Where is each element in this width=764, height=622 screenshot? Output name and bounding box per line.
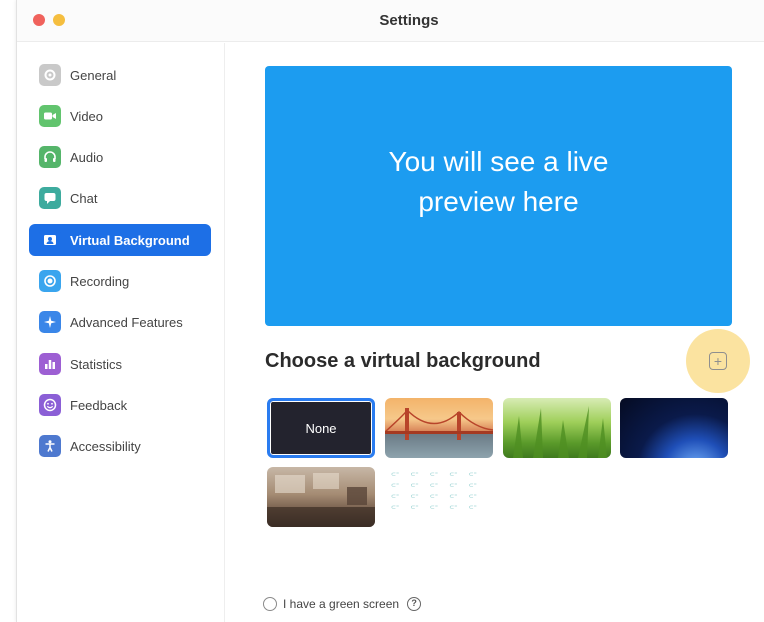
sidebar-item-recording[interactable]: Recording — [29, 265, 211, 297]
sidebar-item-label: Chat — [70, 190, 98, 206]
smile-icon — [39, 394, 61, 416]
sparkle-icon — [39, 311, 61, 333]
background-thumb-grass[interactable] — [503, 398, 611, 458]
sidebar-item-accessibility[interactable]: Accessibility — [29, 430, 211, 462]
settings-sidebar: General Video Audio Chat Virtual Backgro — [17, 43, 225, 622]
settings-window: Settings General Video Audio Chat Virtua… — [16, 0, 764, 622]
add-background-highlight: + — [686, 329, 750, 393]
pattern-mark: ⊂⁼ — [449, 505, 458, 511]
green-screen-option: I have a green screen ? — [263, 597, 422, 611]
sidebar-item-advanced-features[interactable]: Advanced Features — [29, 306, 211, 338]
pattern-mark: ⊂⁼ — [391, 505, 400, 511]
person-card-icon — [39, 229, 61, 251]
sidebar-item-label: Audio — [70, 149, 104, 165]
pattern-mark: ⊂⁼ — [468, 494, 477, 500]
pattern-mark: ⊂⁼ — [391, 494, 400, 500]
pattern-mark: ⊂⁼ — [410, 505, 419, 511]
sidebar-item-chat[interactable]: Chat — [29, 182, 211, 214]
help-circle-icon[interactable]: ? — [407, 597, 422, 611]
sidebar-item-video[interactable]: Video — [29, 100, 211, 132]
sidebar-item-virtual-background[interactable]: Virtual Background — [29, 224, 211, 256]
sidebar-item-general[interactable]: General — [29, 59, 211, 91]
background-thumb-office[interactable] — [267, 467, 375, 527]
sidebar-item-statistics[interactable]: Statistics — [29, 348, 211, 380]
background-thumb-earth[interactable] — [620, 398, 728, 458]
sidebar-item-label: Virtual Background — [70, 232, 190, 248]
pattern-mark: ⊂⁼ — [410, 483, 419, 489]
pattern-mark: ⊂⁼ — [449, 472, 458, 478]
pattern-mark: ⊂⁼ — [410, 494, 419, 500]
pattern-mark: ⊂⁼ — [429, 494, 438, 500]
bar-chart-icon — [39, 353, 61, 375]
background-thumb-none[interactable]: None — [267, 398, 375, 458]
sidebar-item-audio[interactable]: Audio — [29, 141, 211, 173]
headphones-icon — [39, 146, 61, 168]
sidebar-item-label: Accessibility — [70, 438, 141, 454]
accessibility-icon — [39, 435, 61, 457]
record-icon — [39, 270, 61, 292]
gear-icon — [39, 64, 61, 86]
pattern-mark: ⊂⁼ — [449, 483, 458, 489]
section-heading: Choose a virtual background — [265, 350, 541, 372]
sidebar-item-label: General — [70, 67, 117, 83]
sidebar-item-label: Video — [70, 108, 104, 124]
pattern-mark: ⊂⁼ — [449, 494, 458, 500]
pattern-mark: ⊂⁼ — [468, 483, 477, 489]
green-screen-label: I have a green screen — [283, 597, 400, 611]
preview-text-line2: preview here — [418, 186, 579, 217]
thumb-label: None — [305, 420, 337, 436]
sidebar-item-label: Recording — [70, 273, 130, 289]
pattern-mark: ⊂⁼ — [429, 505, 438, 511]
pattern-mark: ⊂⁼ — [410, 472, 419, 478]
pattern-mark: ⊂⁼ — [468, 472, 477, 478]
background-thumb-bridge[interactable] — [385, 398, 493, 458]
pattern-mark: ⊂⁼ — [391, 483, 400, 489]
plus-square-icon[interactable]: + — [709, 352, 727, 370]
pattern-mark: ⊂⁼ — [429, 472, 438, 478]
sidebar-item-label: Statistics — [70, 356, 123, 372]
green-screen-checkbox[interactable] — [263, 597, 277, 611]
sidebar-item-label: Advanced Features — [70, 314, 183, 330]
pattern-mark: ⊂⁼ — [391, 472, 400, 478]
chat-icon — [39, 187, 61, 209]
title-bar: Settings — [17, 0, 764, 42]
preview-text-line1: You will see a live — [388, 146, 609, 177]
live-preview-area: You will see a live preview here — [265, 66, 732, 326]
pattern-mark: ⊂⁼ — [429, 483, 438, 489]
sidebar-item-feedback[interactable]: Feedback — [29, 389, 211, 421]
video-icon — [39, 105, 61, 127]
pattern-mark: ⊂⁼ — [468, 505, 477, 511]
background-thumb-pattern[interactable]: ⊂⁼ ⊂⁼ ⊂⁼ ⊂⁼ ⊂⁼ ⊂⁼ ⊂⁼ ⊂⁼ ⊂⁼ ⊂⁼ ⊂⁼ ⊂⁼ ⊂⁼ ⊂… — [385, 467, 493, 527]
window-title: Settings — [379, 12, 439, 29]
sidebar-item-label: Feedback — [70, 397, 128, 413]
